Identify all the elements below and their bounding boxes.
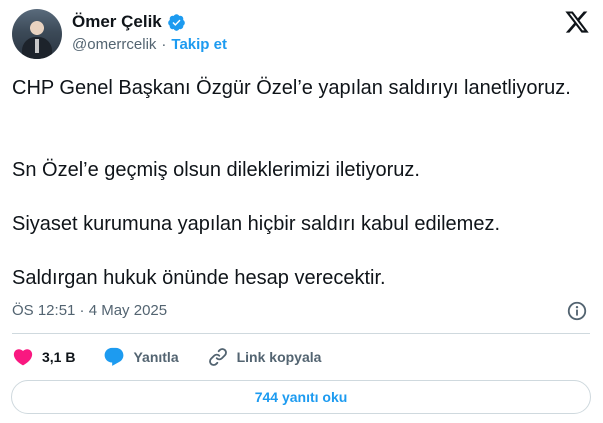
tweet-timestamp[interactable]: ÖS 12:51 · 4 May 2025 [12,302,167,319]
tweet-paragraph: Saldırgan hukuk önünde hesap verecektir. [12,267,386,289]
avatar[interactable] [12,9,62,59]
handle-separator: · [161,36,167,53]
link-icon [208,348,227,366]
avatar-tie [35,39,39,53]
info-icon[interactable] [566,300,588,322]
reply-bubble-icon [105,347,124,366]
reply-button[interactable]: Yanıtla [103,346,179,368]
divider [12,333,590,334]
author-name-row: Ömer Çelik [72,10,186,34]
heart-icon [13,349,33,366]
follow-button[interactable]: Takip et [171,36,227,53]
tweet-paragraph: Sn Özel’e geçmiş olsun dileklerimizi ile… [12,159,420,181]
read-replies-button[interactable]: 744 yanıtı oku [11,380,591,414]
copy-link-label: Link kopyala [236,349,322,365]
action-bar: 3,1 B Yanıtla Link kopyala [12,344,349,370]
like-button[interactable]: 3,1 B [12,346,75,368]
tweet-paragraph: Siyaset kurumuna yapılan hiçbir saldırı … [12,213,501,235]
reply-label: Yanıtla [133,349,179,365]
like-count: 3,1 B [42,349,76,365]
x-logo-icon[interactable] [564,9,590,35]
tweet-card: Ömer Çelik @omerrcelik · Takip et CHP Ge… [0,0,603,423]
author-handle[interactable]: @omerrcelik [72,36,156,53]
copy-link-button[interactable]: Link kopyala [207,346,322,368]
author-name[interactable]: Ömer Çelik [72,12,162,32]
tweet-paragraph: CHP Genel Başkanı Özgür Özel’e yapılan s… [12,77,571,99]
author-handle-row: @omerrcelik · Takip et [72,36,227,53]
verified-badge-icon [167,13,185,31]
